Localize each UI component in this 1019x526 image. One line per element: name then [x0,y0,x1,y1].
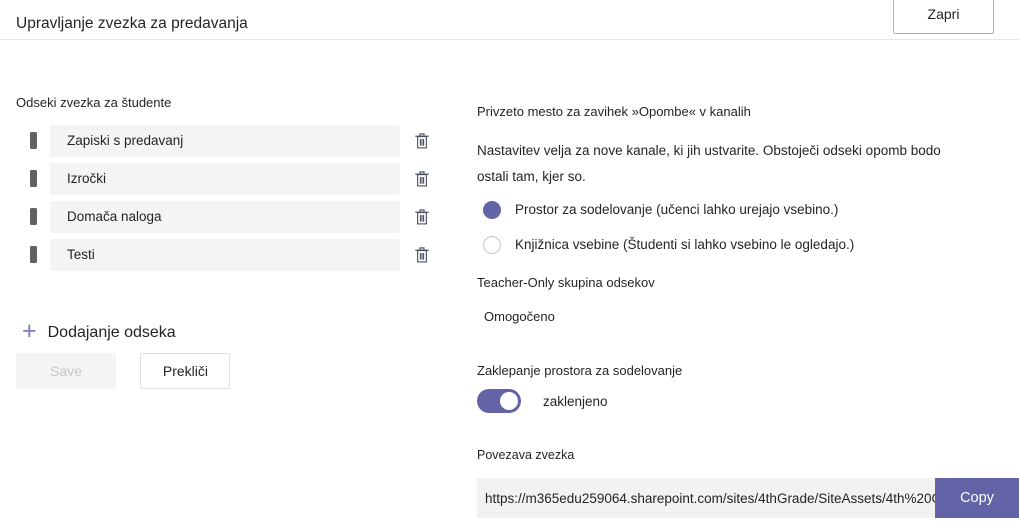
notebook-link-input[interactable]: https://m365edu259064.sharepoint.com/sit… [477,478,935,518]
add-section-label: Dodajanje odseka [47,323,176,341]
section-name-input[interactable]: Testi [50,238,400,271]
drag-handle-icon[interactable] [30,208,37,225]
section-name-input[interactable]: Zapiski s predavanj [50,124,400,157]
section-name-input[interactable]: Domača naloga [50,200,400,233]
add-section-button[interactable]: + Dodajanje odseka [22,317,176,345]
default-notes-location-heading: Privzeto mesto za zavihek »Opombe« v kan… [477,104,751,119]
trash-icon[interactable] [409,242,435,268]
radio-selected-icon [483,200,501,219]
radio-unselected-icon [483,235,501,254]
section-name-input[interactable]: Izročki [50,162,400,195]
notebook-link-row: https://m365edu259064.sharepoint.com/sit… [477,478,1019,518]
lock-toggle-label: zaklenjeno [543,393,608,409]
plus-icon: + [22,317,37,345]
table-row[interactable]: Izročki [16,160,436,197]
student-sections-heading: Odseki zvezka za študente [16,95,172,110]
drag-handle-icon[interactable] [30,246,37,263]
save-button[interactable]: Save [16,353,116,389]
lock-collaboration-space-heading: Zaklepanje prostora za sodelovanje [477,363,683,378]
table-row[interactable]: Zapiski s predavanj [16,122,436,159]
trash-icon[interactable] [409,204,435,230]
drag-handle-icon[interactable] [30,170,37,187]
copy-button[interactable]: Copy [935,478,1019,518]
page-title: Upravljanje zvezka za predavanja [16,15,248,32]
teacher-only-heading: Teacher-Only skupina odsekov [477,275,655,290]
settings-panel: Privzeto mesto za zavihek »Opombe« v kan… [477,0,1019,526]
table-row[interactable]: Domača naloga [16,198,436,235]
teacher-only-status: Omogočeno [484,309,555,324]
table-row[interactable]: Testi [16,236,436,273]
radio-option-label: Knjižnica vsebine (Študenti si lahko vse… [515,237,855,252]
radio-option-collaboration-space[interactable]: Prostor za sodelovanje (učenci lahko ure… [483,192,854,227]
notes-location-radio-group: Prostor za sodelovanje (učenci lahko ure… [483,192,854,262]
trash-icon[interactable] [409,166,435,192]
form-actions: Save Prekliči [16,353,231,389]
notebook-link-heading: Povezava zvezka [477,448,575,462]
lock-toggle-row: zaklenjeno [477,389,608,413]
default-notes-location-description: Nastavitev velja za nove kanale, ki jih … [477,143,941,184]
radio-option-label: Prostor za sodelovanje (učenci lahko ure… [515,202,839,217]
drag-handle-icon[interactable] [30,132,37,149]
section-list: Zapiski s predavanj Izročki Domača nalog… [16,122,436,274]
sections-panel: Odseki zvezka za študente Zapiski s pred… [0,40,470,526]
lock-collaboration-space-toggle[interactable] [477,389,521,413]
radio-option-content-library[interactable]: Knjižnica vsebine (Študenti si lahko vse… [483,227,854,262]
trash-icon[interactable] [409,128,435,154]
cancel-button[interactable]: Prekliči [140,353,231,389]
toggle-knob [500,392,518,410]
